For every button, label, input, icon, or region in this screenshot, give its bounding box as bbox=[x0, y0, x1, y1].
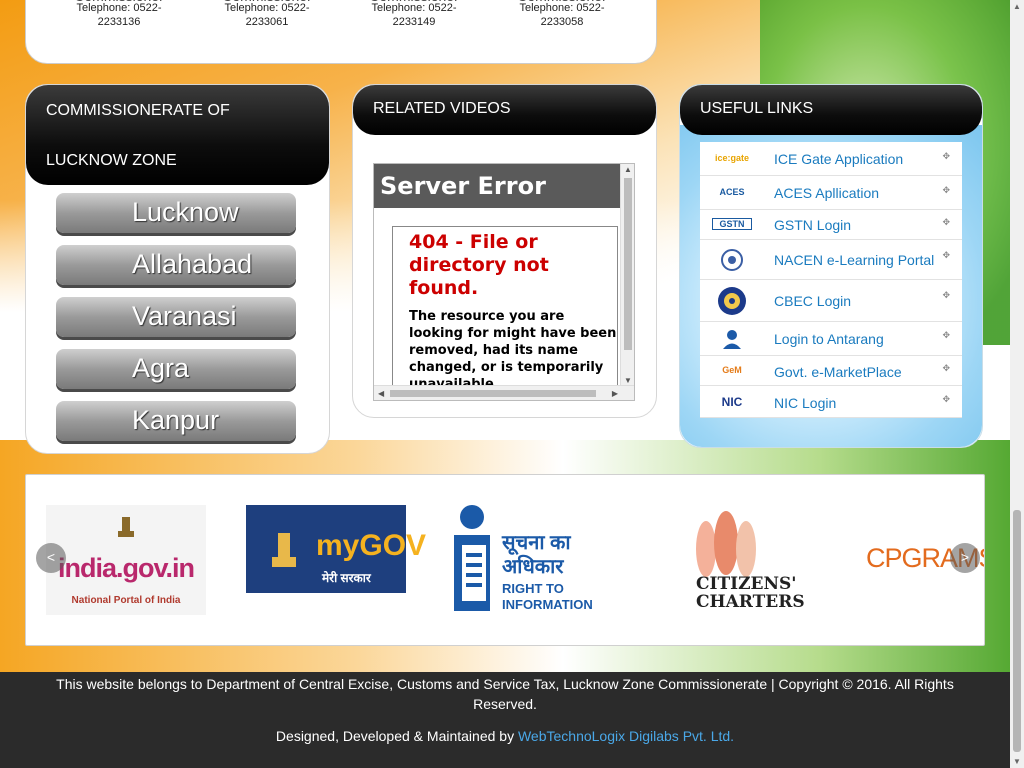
link-cbec[interactable]: CBEC Login ✥ bbox=[700, 280, 962, 322]
link-nacen[interactable]: NACEN e-Learning Portal ✥ bbox=[700, 240, 962, 280]
scroll-up-icon[interactable]: ▲ bbox=[1013, 2, 1021, 11]
link-antarang[interactable]: Login to Antarang ✥ bbox=[700, 322, 962, 356]
partner-carousel: india.gov.in National Portal of India my… bbox=[25, 474, 985, 646]
zone-panel-header: COMMISSIONERATE OF LUCKNOW ZONE bbox=[26, 85, 329, 185]
scroll-thumb[interactable] bbox=[624, 178, 632, 350]
error-body: 404 - File or directory not found. The r… bbox=[392, 226, 618, 400]
link-label[interactable]: CBEC Login bbox=[774, 293, 851, 309]
arrow-icon: ✥ bbox=[942, 250, 950, 260]
footer-credits-text: Designed, Developed & Maintained by bbox=[275, 728, 515, 744]
page-scrollbar[interactable]: ▲ ▼ bbox=[1010, 0, 1024, 768]
people-icon bbox=[696, 511, 756, 577]
videos-panel-header: RELATED VIDEOS bbox=[353, 85, 656, 135]
link-label[interactable]: ACES Apllication bbox=[774, 185, 879, 201]
link-label[interactable]: GSTN Login bbox=[774, 217, 851, 233]
link-aces[interactable]: ACES ACES Apllication ✥ bbox=[700, 176, 962, 210]
link-label[interactable]: Govt. e-MarketPlace bbox=[774, 364, 902, 380]
arrow-icon: ✥ bbox=[942, 151, 950, 161]
logo-text: CITIZENS' CHARTERS bbox=[696, 574, 805, 612]
frame-vertical-scrollbar[interactable]: ▲ ▼ bbox=[620, 164, 634, 386]
error-text: The resource you are looking for might h… bbox=[409, 309, 617, 392]
link-nic[interactable]: NIC NIC Login ✥ bbox=[700, 386, 962, 418]
footer-credits: Designed, Developed & Maintained by WebT… bbox=[0, 728, 1010, 744]
antarang-user-icon bbox=[708, 329, 756, 351]
page-scroll-thumb[interactable] bbox=[1013, 510, 1021, 752]
scroll-down-icon[interactable]: ▼ bbox=[1013, 757, 1021, 766]
video-frame[interactable]: Server Error 404 - File or directory not… bbox=[373, 163, 635, 401]
logo-india-gov[interactable]: india.gov.in National Portal of India bbox=[46, 505, 206, 615]
logo-subtext: RIGHT TO INFORMATION bbox=[502, 581, 593, 612]
zone-button-allahabad[interactable]: Allahabad bbox=[56, 245, 296, 285]
carousel-next-button[interactable]: > bbox=[950, 543, 980, 573]
nacen-emblem-icon bbox=[708, 248, 756, 274]
scroll-thumb[interactable] bbox=[390, 390, 596, 397]
contact-2: Commissioner Telephone: 0522-2233061 bbox=[202, 0, 332, 29]
arrow-icon: ✥ bbox=[942, 363, 950, 373]
logo-rti[interactable]: सूचना का अधिकार RIGHT TO INFORMATION bbox=[446, 505, 606, 615]
logo-text: सूचना का अधिकार bbox=[502, 532, 571, 578]
scroll-down-icon[interactable]: ▼ bbox=[624, 376, 632, 385]
logo-text: myGOV bbox=[316, 529, 427, 562]
arrow-icon: ✥ bbox=[942, 290, 950, 300]
logo-subtext: National Portal of India bbox=[71, 595, 181, 606]
logo-mygov[interactable]: myGOV मेरी सरकार bbox=[246, 505, 426, 615]
contact-telephone: Telephone: 0522-2233061 bbox=[224, 2, 310, 28]
logo-text: india.gov.in bbox=[58, 553, 195, 583]
footer-designer-link[interactable]: WebTechnoLogix Digilabs Pvt. Ltd. bbox=[518, 728, 734, 744]
footer: This website belongs to Department of Ce… bbox=[0, 672, 1010, 768]
arrow-icon: ✥ bbox=[942, 185, 950, 195]
link-label[interactable]: Login to Antarang bbox=[774, 331, 884, 347]
zone-panel: COMMISSIONERATE OF LUCKNOW ZONE Lucknow … bbox=[25, 84, 330, 454]
scroll-right-icon[interactable]: ▶ bbox=[612, 389, 618, 398]
contact-3: Commissioner Telephone: 0522-2233149 bbox=[349, 0, 479, 29]
nic-logo-icon: NIC bbox=[721, 395, 743, 409]
contact-telephone: Telephone: 0522-2233136 bbox=[76, 2, 162, 28]
link-gem[interactable]: GeM Govt. e-MarketPlace ✥ bbox=[700, 356, 962, 386]
zone-title-line1: COMMISSIONERATE OF bbox=[46, 102, 230, 119]
contact-telephone: Telephone: 0522-2233058 bbox=[519, 2, 605, 28]
aces-logo-icon: ACES bbox=[719, 187, 745, 197]
arrow-icon: ✥ bbox=[942, 330, 950, 340]
arrow-icon: ✥ bbox=[942, 394, 950, 404]
gem-logo-icon: GeM bbox=[722, 365, 742, 375]
info-person-icon bbox=[454, 505, 490, 611]
zone-button-kanpur[interactable]: Kanpur bbox=[56, 401, 296, 441]
footer-copyright: This website belongs to Department of Ce… bbox=[56, 676, 954, 712]
zone-title-line2: LUCKNOW ZONE bbox=[46, 152, 177, 169]
arrow-icon: ✥ bbox=[942, 217, 950, 227]
contact-telephone: Telephone: 0522-2233149 bbox=[371, 2, 457, 28]
scroll-up-icon[interactable]: ▲ bbox=[624, 165, 632, 174]
cbec-emblem-icon bbox=[708, 286, 756, 318]
frame-horizontal-scrollbar[interactable]: ◀ ▶ bbox=[374, 385, 634, 400]
gstn-logo-icon: GSTN bbox=[712, 218, 752, 230]
videos-panel: RELATED VIDEOS Server Error 404 - File o… bbox=[352, 84, 657, 418]
link-gstn[interactable]: GSTN GSTN Login ✥ bbox=[700, 210, 962, 240]
logo-subtext: मेरी सरकार bbox=[322, 571, 371, 585]
emblem-icon bbox=[272, 533, 296, 567]
zone-button-agra[interactable]: Agra bbox=[56, 349, 296, 389]
link-label[interactable]: NACEN e-Learning Portal bbox=[774, 252, 934, 268]
zone-button-varanasi[interactable]: Varanasi bbox=[56, 297, 296, 337]
link-icegate[interactable]: ice:gate ICE Gate Application ✥ bbox=[700, 142, 962, 176]
logo-citizens-charters[interactable]: CITIZENS' CHARTERS bbox=[646, 505, 806, 615]
contact-4: Commissioner Telephone: 0522-2233058 bbox=[497, 0, 627, 29]
error-header: Server Error bbox=[374, 164, 620, 208]
contacts-panel: Commissioner Telephone: 0522-2233136 Com… bbox=[25, 0, 657, 64]
emblem-icon bbox=[118, 517, 134, 537]
zone-button-lucknow[interactable]: Lucknow bbox=[56, 193, 296, 233]
links-panel-header: USEFUL LINKS bbox=[680, 85, 982, 135]
link-label[interactable]: ICE Gate Application bbox=[774, 151, 903, 167]
icegate-logo-icon: ice:gate bbox=[714, 153, 749, 163]
contact-1: Commissioner Telephone: 0522-2233136 bbox=[54, 0, 184, 29]
carousel-prev-button[interactable]: < bbox=[36, 543, 66, 573]
scroll-left-icon[interactable]: ◀ bbox=[378, 389, 384, 398]
link-label[interactable]: NIC Login bbox=[774, 395, 836, 411]
error-title: 404 - File or directory not found. bbox=[409, 231, 549, 299]
links-panel: USEFUL LINKS ice:gate ICE Gate Applicati… bbox=[679, 84, 983, 448]
